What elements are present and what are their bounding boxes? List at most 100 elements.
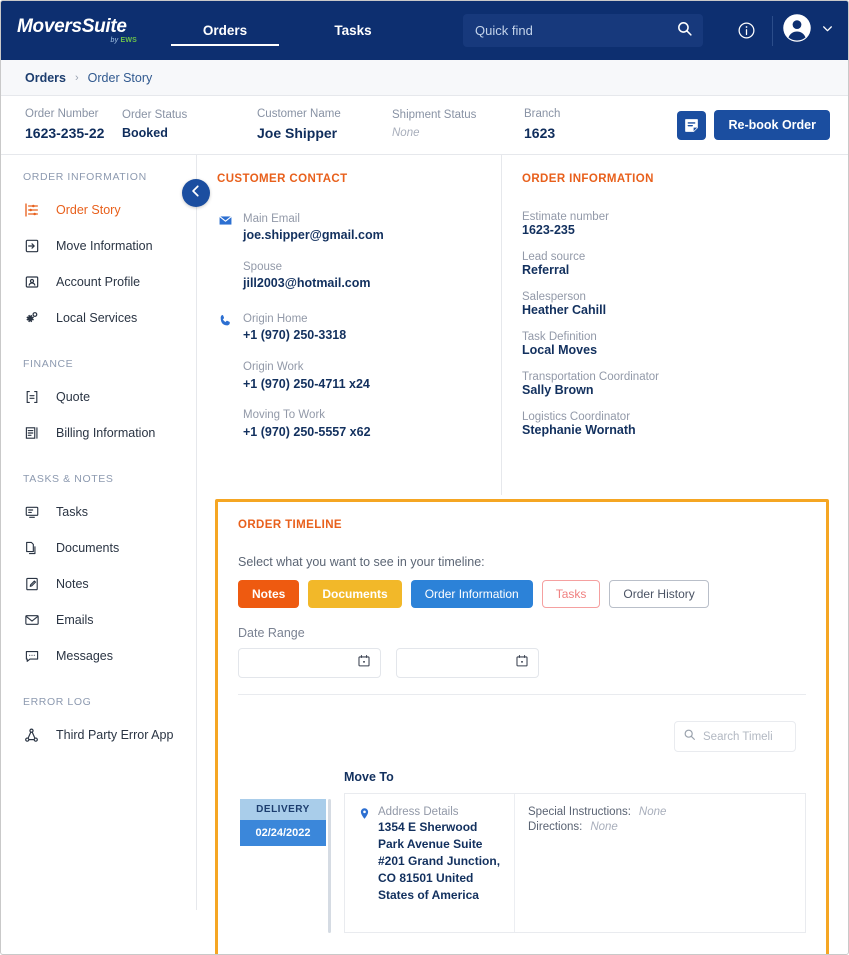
breadcrumb-orders-link[interactable]: Orders: [25, 71, 66, 85]
timeline-chip-notes[interactable]: Notes: [238, 580, 299, 608]
task-definition-value: Local Moves: [522, 343, 828, 357]
branch-label: Branch: [524, 107, 624, 123]
estimate-number-label: Estimate number: [522, 211, 828, 223]
rebook-order-button[interactable]: Re-book Order: [714, 110, 830, 140]
origin-home-label: Origin Home: [243, 311, 371, 327]
sidebar-item-local-services[interactable]: Local Services: [1, 300, 196, 336]
logo-text-suite: Suite: [82, 16, 127, 37]
avatar-icon[interactable]: [782, 13, 812, 48]
timeline-instructions-column: Special Instructions: None Directions: N…: [515, 794, 805, 932]
date-range-from-input[interactable]: [238, 648, 381, 678]
logo-text-movers: Movers: [17, 16, 82, 37]
sidebar-item-order-story[interactable]: Order Story: [1, 192, 196, 228]
order-information-panel: ORDER INFORMATION Estimate number 1623-2…: [502, 155, 848, 495]
sidebar-item-emails-label: Emails: [56, 613, 94, 627]
sidebar-item-messages[interactable]: Messages: [1, 638, 196, 674]
lead-source-row: Lead source Referral: [522, 251, 828, 277]
calendar-icon[interactable]: [357, 654, 371, 673]
timeline-chip-tasks[interactable]: Tasks: [542, 580, 601, 608]
chevron-left-icon: [189, 184, 203, 203]
main-content: CUSTOMER CONTACT Main Email joe.shippe: [197, 155, 848, 910]
logo-text-by: by: [111, 37, 119, 44]
sidebar-item-order-story-label: Order Story: [56, 203, 121, 217]
date-range-to-input[interactable]: [396, 648, 539, 678]
timeline-chip-order-information[interactable]: Order Information: [411, 580, 533, 608]
address-details-label: Address Details: [378, 806, 501, 818]
moving-to-work-phone-row: Moving To Work +1 (970) 250-5557 x62: [243, 407, 371, 441]
sidebar-item-billing-information-label: Billing Information: [56, 426, 155, 440]
timeline-entry-date-column: DELIVERY 02/24/2022: [240, 770, 326, 933]
task-definition-row: Task Definition Local Moves: [522, 331, 828, 357]
user-menu[interactable]: [782, 13, 834, 48]
sidebar-item-tasks[interactable]: Tasks: [1, 494, 196, 530]
origin-work-value: +1 (970) 250-4711 x24: [243, 376, 371, 394]
info-panels: CUSTOMER CONTACT Main Email joe.shippe: [197, 155, 848, 495]
sidebar-item-messages-label: Messages: [56, 649, 113, 663]
local-services-icon: [23, 310, 40, 327]
sidebar-item-documents[interactable]: Documents: [1, 530, 196, 566]
timeline-entry: DELIVERY 02/24/2022 Move To: [238, 770, 806, 933]
sidebar-item-move-information[interactable]: Move Information: [1, 228, 196, 264]
order-information-title: ORDER INFORMATION: [522, 173, 828, 185]
timeline-chip-order-history[interactable]: Order History: [609, 580, 708, 608]
calendar-icon[interactable]: [515, 654, 529, 673]
nav-link-tasks[interactable]: Tasks: [289, 1, 417, 60]
app-logo[interactable]: MoversSuite by EWS: [17, 17, 137, 44]
top-navigation-bar: MoversSuite by EWS Orders Tasks: [1, 1, 848, 60]
spouse-email-row: Spouse jill2003@hotmail.com: [243, 259, 384, 293]
quick-find-input[interactable]: [475, 23, 676, 38]
quote-icon: [23, 389, 40, 406]
special-instructions-value: None: [639, 806, 667, 818]
customer-phone-group: Origin Home +1 (970) 250-3318 Origin Wor…: [217, 311, 481, 441]
timeline-entry-card-title: Move To: [344, 770, 806, 784]
sidebar-item-account-profile[interactable]: Account Profile: [1, 264, 196, 300]
branch-field: Branch 1623: [524, 107, 624, 143]
quick-find-box[interactable]: [463, 14, 703, 47]
sidebar-item-third-party-error-app[interactable]: Third Party Error App: [1, 717, 196, 753]
spouse-email-value: jill2003@hotmail.com: [243, 275, 384, 293]
customer-name-label: Customer Name: [257, 107, 392, 123]
timeline-entry-card-wrap: Move To: [332, 770, 806, 933]
timeline-search-box[interactable]: [674, 721, 796, 752]
origin-home-value: +1 (970) 250-3318: [243, 327, 371, 345]
primary-nav: Orders Tasks: [161, 1, 417, 60]
sidebar-item-local-services-label: Local Services: [56, 311, 137, 325]
date-range-label: Date Range: [238, 626, 806, 640]
order-number-label: Order Number: [25, 107, 122, 123]
date-range-inputs: [238, 648, 806, 678]
sidebar-collapse-button[interactable]: [182, 179, 210, 207]
shipment-status-field: Shipment Status None: [392, 108, 524, 141]
directions-value: None: [590, 821, 618, 833]
order-status-value: Booked: [122, 125, 257, 142]
sidebar-item-emails[interactable]: Emails: [1, 602, 196, 638]
sidebar-item-quote[interactable]: Quote: [1, 379, 196, 415]
search-icon[interactable]: [676, 20, 693, 42]
order-timeline-panel: ORDER TIMELINE Select what you want to s…: [215, 499, 829, 955]
note-icon[interactable]: [677, 111, 706, 140]
nav-divider: [772, 16, 773, 46]
origin-home-phone-row: Origin Home +1 (970) 250-3318: [243, 311, 371, 345]
special-instructions-row: Special Instructions: None: [528, 806, 792, 818]
salesperson-value: Heather Cahill: [522, 303, 828, 317]
third-party-error-app-icon: [23, 727, 40, 744]
sidebar-item-billing-information[interactable]: Billing Information: [1, 415, 196, 451]
timeline-entry-date-badge: 02/24/2022: [240, 820, 326, 846]
sidebar-item-notes[interactable]: Notes: [1, 566, 196, 602]
shipment-status-label: Shipment Status: [392, 108, 524, 124]
main-email-value: joe.shipper@gmail.com: [243, 227, 384, 245]
timeline-entry-card: Address Details 1354 E Sherwood Park Ave…: [344, 793, 806, 933]
chevron-down-icon[interactable]: [821, 22, 834, 40]
order-story-icon: [23, 202, 40, 219]
info-icon[interactable]: [729, 14, 763, 48]
logistics-coordinator-value: Stephanie Wornath: [522, 423, 828, 437]
timeline-search-input[interactable]: [703, 731, 787, 743]
main-email-label: Main Email: [243, 211, 384, 227]
logistics-coordinator-label: Logistics Coordinator: [522, 411, 828, 423]
estimate-number-row: Estimate number 1623-235: [522, 211, 828, 237]
email-icon: [217, 211, 233, 293]
transportation-coordinator-row: Transportation Coordinator Sally Brown: [522, 371, 828, 397]
timeline-chip-documents[interactable]: Documents: [308, 580, 401, 608]
sidebar-navigation: ORDER INFORMATION Order Story: [1, 155, 197, 910]
transportation-coordinator-label: Transportation Coordinator: [522, 371, 828, 383]
nav-link-orders[interactable]: Orders: [161, 1, 289, 60]
